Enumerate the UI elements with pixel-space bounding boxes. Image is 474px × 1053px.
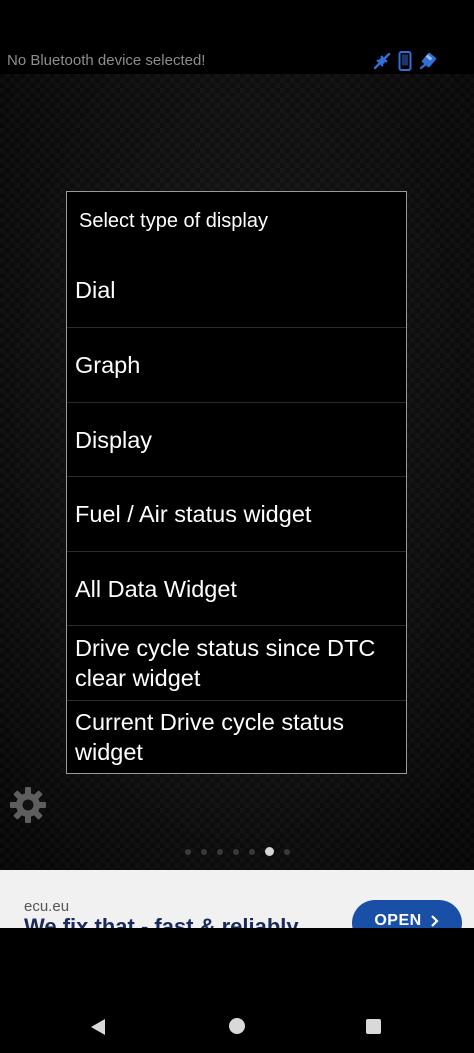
option-display[interactable]: Display	[67, 402, 406, 476]
connection-icon[interactable]	[372, 51, 392, 71]
select-display-type-dialog: Select type of display Dial Graph Displa…	[66, 191, 407, 774]
navigation-bar	[0, 990, 474, 1053]
page-indicator	[0, 846, 474, 856]
page-dot[interactable]	[248, 849, 255, 855]
option-graph[interactable]: Graph	[67, 327, 406, 402]
option-all-data-widget[interactable]: All Data Widget	[67, 551, 406, 625]
gear-icon[interactable]	[9, 786, 47, 829]
ecu-icon[interactable]	[418, 51, 440, 71]
option-fuel-air-status-widget[interactable]: Fuel / Air status widget	[67, 476, 406, 551]
ad-open-label: OPEN	[374, 912, 422, 928]
page-dot[interactable]	[184, 849, 191, 855]
option-current-drive-cycle-widget[interactable]: Current Drive cycle status widget	[67, 700, 406, 773]
page-dot[interactable]	[283, 849, 290, 855]
connection-status-icons	[372, 51, 440, 71]
page-dot-active[interactable]	[264, 847, 274, 856]
phone-icon[interactable]	[398, 51, 412, 71]
ad-domain: ecu.eu	[24, 898, 70, 915]
status-bar	[0, 0, 474, 48]
option-drive-cycle-since-dtc-widget[interactable]: Drive cycle status since DTC clear widge…	[67, 625, 406, 700]
home-icon[interactable]	[229, 1018, 245, 1034]
back-icon[interactable]	[90, 1018, 106, 1041]
bluetooth-status-text: No Bluetooth device selected!	[7, 52, 206, 69]
screen: No Bluetooth device selected! Select typ…	[0, 0, 474, 1053]
dialog-title: Select type of display	[79, 210, 268, 232]
page-dot[interactable]	[232, 849, 239, 855]
top-bar: No Bluetooth device selected!	[0, 48, 474, 74]
chevron-right-icon	[430, 912, 440, 928]
option-dial[interactable]: Dial	[67, 252, 406, 327]
ad-banner[interactable]: ecu.eu We fix that - fast & reliably OPE…	[0, 870, 474, 928]
recents-icon[interactable]	[366, 1019, 381, 1034]
page-dot[interactable]	[216, 849, 223, 855]
ad-headline: We fix that - fast & reliably	[24, 914, 299, 928]
ad-open-button[interactable]: OPEN	[352, 900, 462, 928]
page-dot[interactable]	[200, 849, 207, 855]
